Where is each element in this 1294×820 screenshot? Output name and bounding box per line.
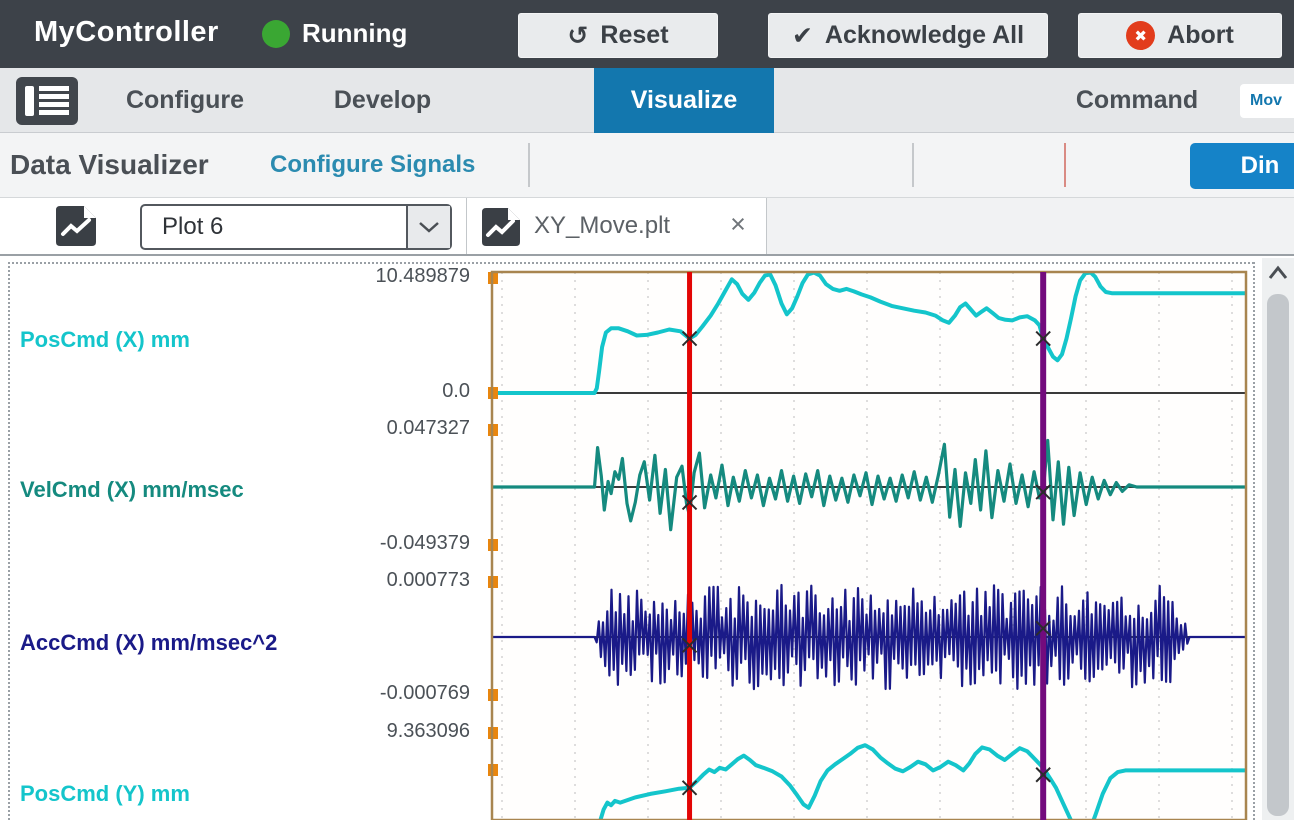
signal-label: AccCmd (X) mm/msec^2 (20, 630, 277, 656)
toolbar-divider (912, 143, 914, 187)
tab-develop[interactable]: Develop (320, 68, 445, 133)
toolbar-divider-red (1064, 143, 1066, 187)
reset-icon: ↺ (567, 23, 588, 48)
tab-command[interactable]: Command (1067, 68, 1207, 133)
vertical-scrollbar (1262, 258, 1294, 820)
toolbar-title: Data Visualizer (10, 133, 209, 197)
menu-panel-icon[interactable] (16, 77, 78, 130)
check-icon: ✔ (792, 23, 813, 48)
axis-value-label: -0.049379 (240, 532, 470, 555)
abort-icon: ✖ (1126, 21, 1155, 50)
axis-value-label: -0.000769 (240, 682, 470, 705)
close-icon[interactable]: × (722, 209, 754, 243)
chevron-down-icon[interactable] (406, 206, 450, 248)
tab-divider (466, 198, 467, 254)
document-tab[interactable]: XY_Move.plt (534, 198, 670, 254)
ribbon-tab-bar: Configure Develop Visualize Command Mov (0, 68, 1294, 133)
axis-value-label: 9.363096 (240, 720, 470, 743)
controller-name: MyController (34, 16, 219, 49)
tab-visualize[interactable]: Visualize (594, 68, 774, 133)
configure-signals-link[interactable]: Configure Signals (270, 133, 475, 197)
move-panel-button[interactable]: Mov (1240, 84, 1294, 118)
plot-select-dropdown[interactable]: Plot 6 (140, 204, 452, 250)
signal-label: PosCmd (Y) mm (20, 781, 190, 807)
status-label: Running (302, 18, 407, 49)
signal-label: PosCmd (X) mm (20, 327, 190, 353)
plot-select-value: Plot 6 (142, 206, 406, 248)
abort-button[interactable]: ✖ Abort (1078, 13, 1282, 58)
clipped-action-button[interactable]: Din (1190, 143, 1294, 189)
tab-strip-empty (767, 198, 1294, 254)
data-visualizer-toolbar: Data Visualizer Configure Signals 1 n (0, 133, 1294, 198)
plot-selector-bar: Plot 6 XY_Move.plt × (0, 198, 1294, 256)
panel-border (1253, 262, 1255, 820)
top-bar: MyController Running ↺ Reset ✔ Acknowled… (0, 0, 1294, 68)
signal-label: VelCmd (X) mm/msec (20, 477, 244, 503)
axis-value-label: 0.0 (240, 380, 470, 403)
plot-file-icon (52, 202, 100, 255)
axis-value-label: 0.047327 (240, 417, 470, 440)
acknowledge-all-button[interactable]: ✔ Acknowledge All (768, 13, 1048, 58)
axis-value-label: 10.489879 (240, 265, 470, 288)
toolbar-divider (528, 143, 530, 187)
status-dot-icon (262, 20, 290, 48)
plot-document-icon (478, 204, 524, 255)
panel-border (8, 262, 10, 820)
app-window: MyController Running ↺ Reset ✔ Acknowled… (0, 0, 1294, 820)
reset-button[interactable]: ↺ Reset (518, 13, 718, 58)
tab-configure[interactable]: Configure (120, 68, 250, 133)
strip-chart[interactable] (486, 258, 1252, 820)
scrollbar-thumb[interactable] (1267, 294, 1289, 816)
axis-value-label: 0.000773 (240, 569, 470, 592)
scroll-up-icon[interactable] (1262, 260, 1294, 290)
visualizer-area: PosCmd (X) mm 10.489879 0.0 VelCmd (X) mm/m… (0, 258, 1294, 820)
